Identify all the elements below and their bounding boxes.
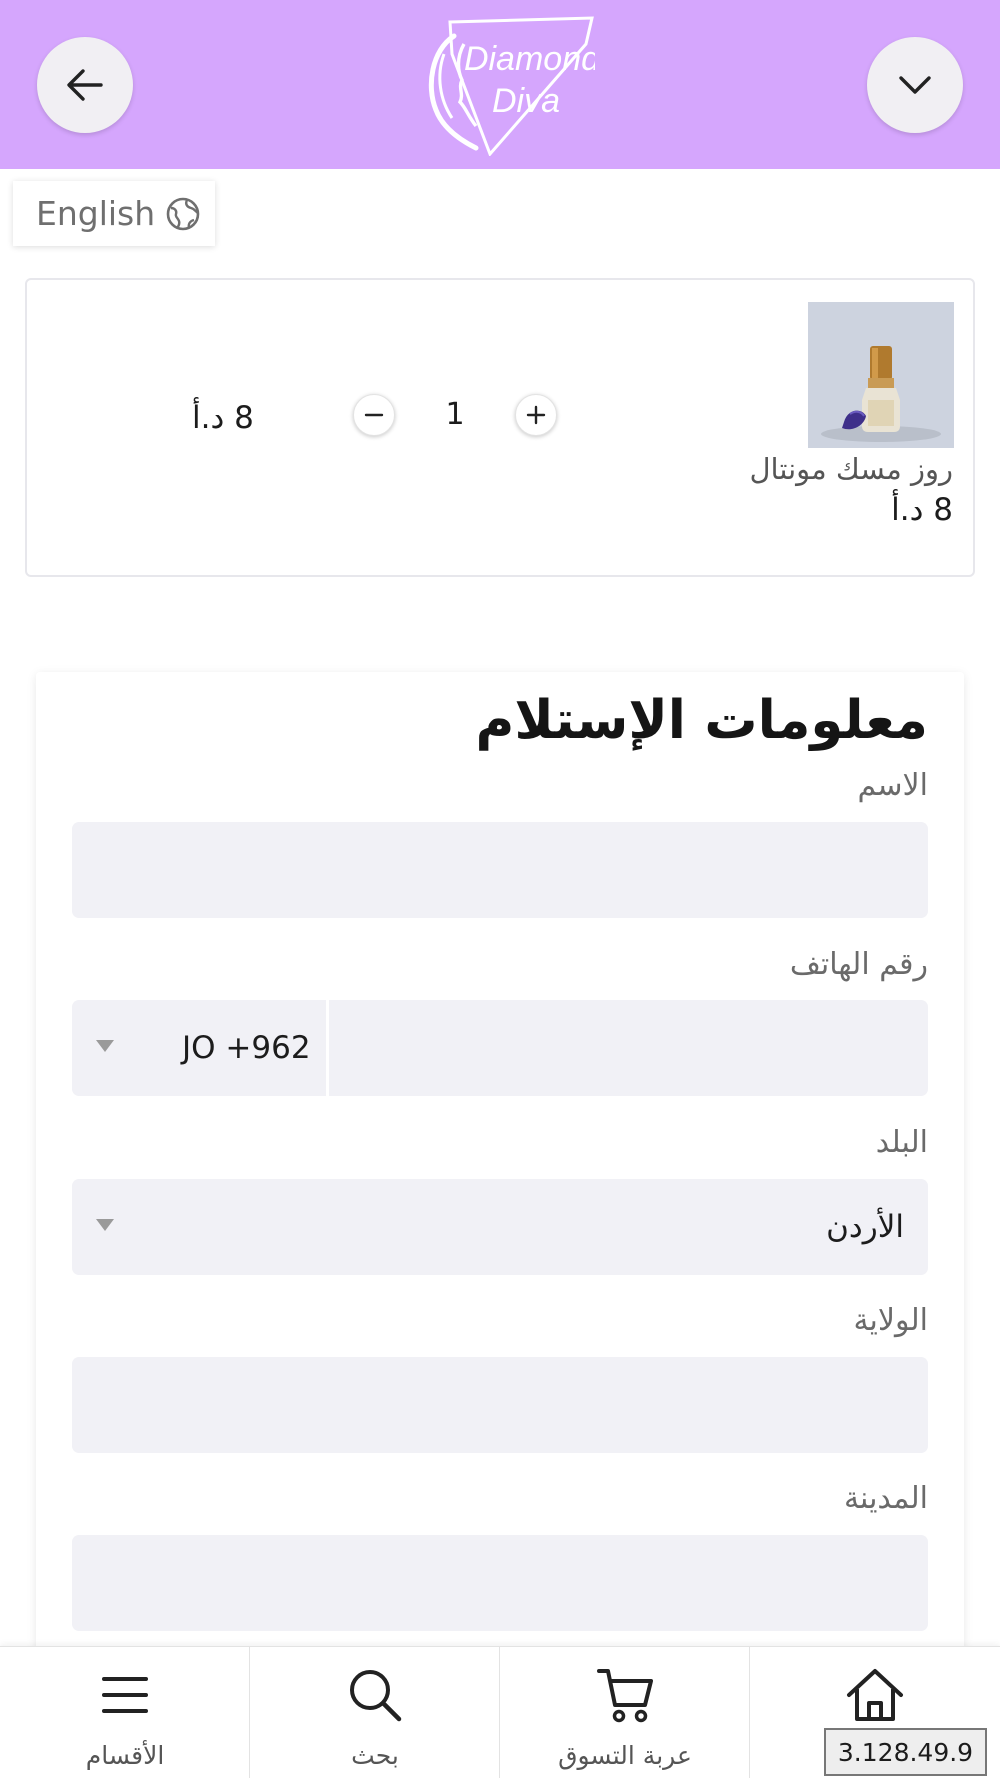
state-input[interactable] — [72, 1357, 928, 1453]
menu-toggle-button[interactable] — [867, 37, 963, 133]
nav-item-categories[interactable]: الأقسام — [0, 1647, 250, 1778]
logo-text-line2: Diva — [492, 82, 560, 120]
home-icon — [847, 1669, 903, 1721]
phone-number-input[interactable] — [329, 1000, 928, 1096]
quantity-value: 1 — [445, 397, 465, 432]
quantity-decrease-button[interactable] — [353, 394, 395, 436]
quantity-increase-button[interactable] — [515, 394, 557, 436]
phone-label: رقم الهاتف — [789, 947, 928, 982]
name-label: الاسم — [857, 768, 928, 803]
globe-icon — [166, 197, 200, 230]
country-select-value: الأردن — [826, 1209, 904, 1245]
form-title: معلومات الإستلام — [475, 690, 929, 751]
shopping-cart-icon — [597, 1669, 653, 1723]
state-label: الولاية — [853, 1303, 928, 1338]
country-label: البلد — [875, 1125, 928, 1160]
city-input[interactable] — [72, 1535, 928, 1631]
search-icon — [350, 1670, 402, 1722]
product-image[interactable] — [808, 302, 954, 448]
product-unit-price: 8 د.أ — [891, 492, 953, 528]
app-header: Diamond Diva — [0, 0, 1000, 169]
nav-item-cart[interactable]: عربة التسوق — [500, 1647, 750, 1778]
dropdown-caret-icon — [96, 1040, 114, 1052]
product-name[interactable]: روز مسك مونتال — [749, 452, 953, 486]
arrow-left-icon — [67, 69, 103, 101]
logo-text-line1: Diamond — [464, 40, 595, 78]
cart-item-card: روز مسك مونتال 8 د.أ 1 8 د.أ — [25, 278, 975, 577]
phone-country-code-value: JO +962 — [182, 1030, 311, 1066]
nav-label-cart: عربة التسوق — [558, 1741, 692, 1770]
city-label: المدينة — [843, 1481, 928, 1516]
line-total-price: 8 د.أ — [192, 400, 254, 436]
brand-logo[interactable]: Diamond Diva — [420, 14, 601, 157]
nav-item-search[interactable]: بحث — [250, 1647, 500, 1778]
chevron-down-icon — [899, 76, 931, 94]
language-label: English — [36, 194, 156, 233]
plus-icon — [526, 405, 546, 425]
menu-icon — [102, 1677, 148, 1713]
dropdown-caret-icon — [96, 1219, 114, 1231]
nav-label-categories: الأقسام — [85, 1741, 165, 1770]
minus-icon — [364, 413, 384, 417]
phone-country-code-select[interactable]: JO +962 — [72, 1000, 326, 1096]
delivery-info-form: معلومات الإستلام الاسم رقم الهاتف JO +96… — [36, 672, 964, 1778]
ip-address-badge: 3.128.49.9 — [824, 1728, 987, 1776]
name-input[interactable] — [72, 822, 928, 918]
country-select[interactable]: الأردن — [72, 1179, 928, 1275]
back-button[interactable] — [37, 37, 133, 133]
nav-label-search: بحث — [351, 1741, 399, 1770]
language-switch-button[interactable]: English — [13, 181, 215, 246]
